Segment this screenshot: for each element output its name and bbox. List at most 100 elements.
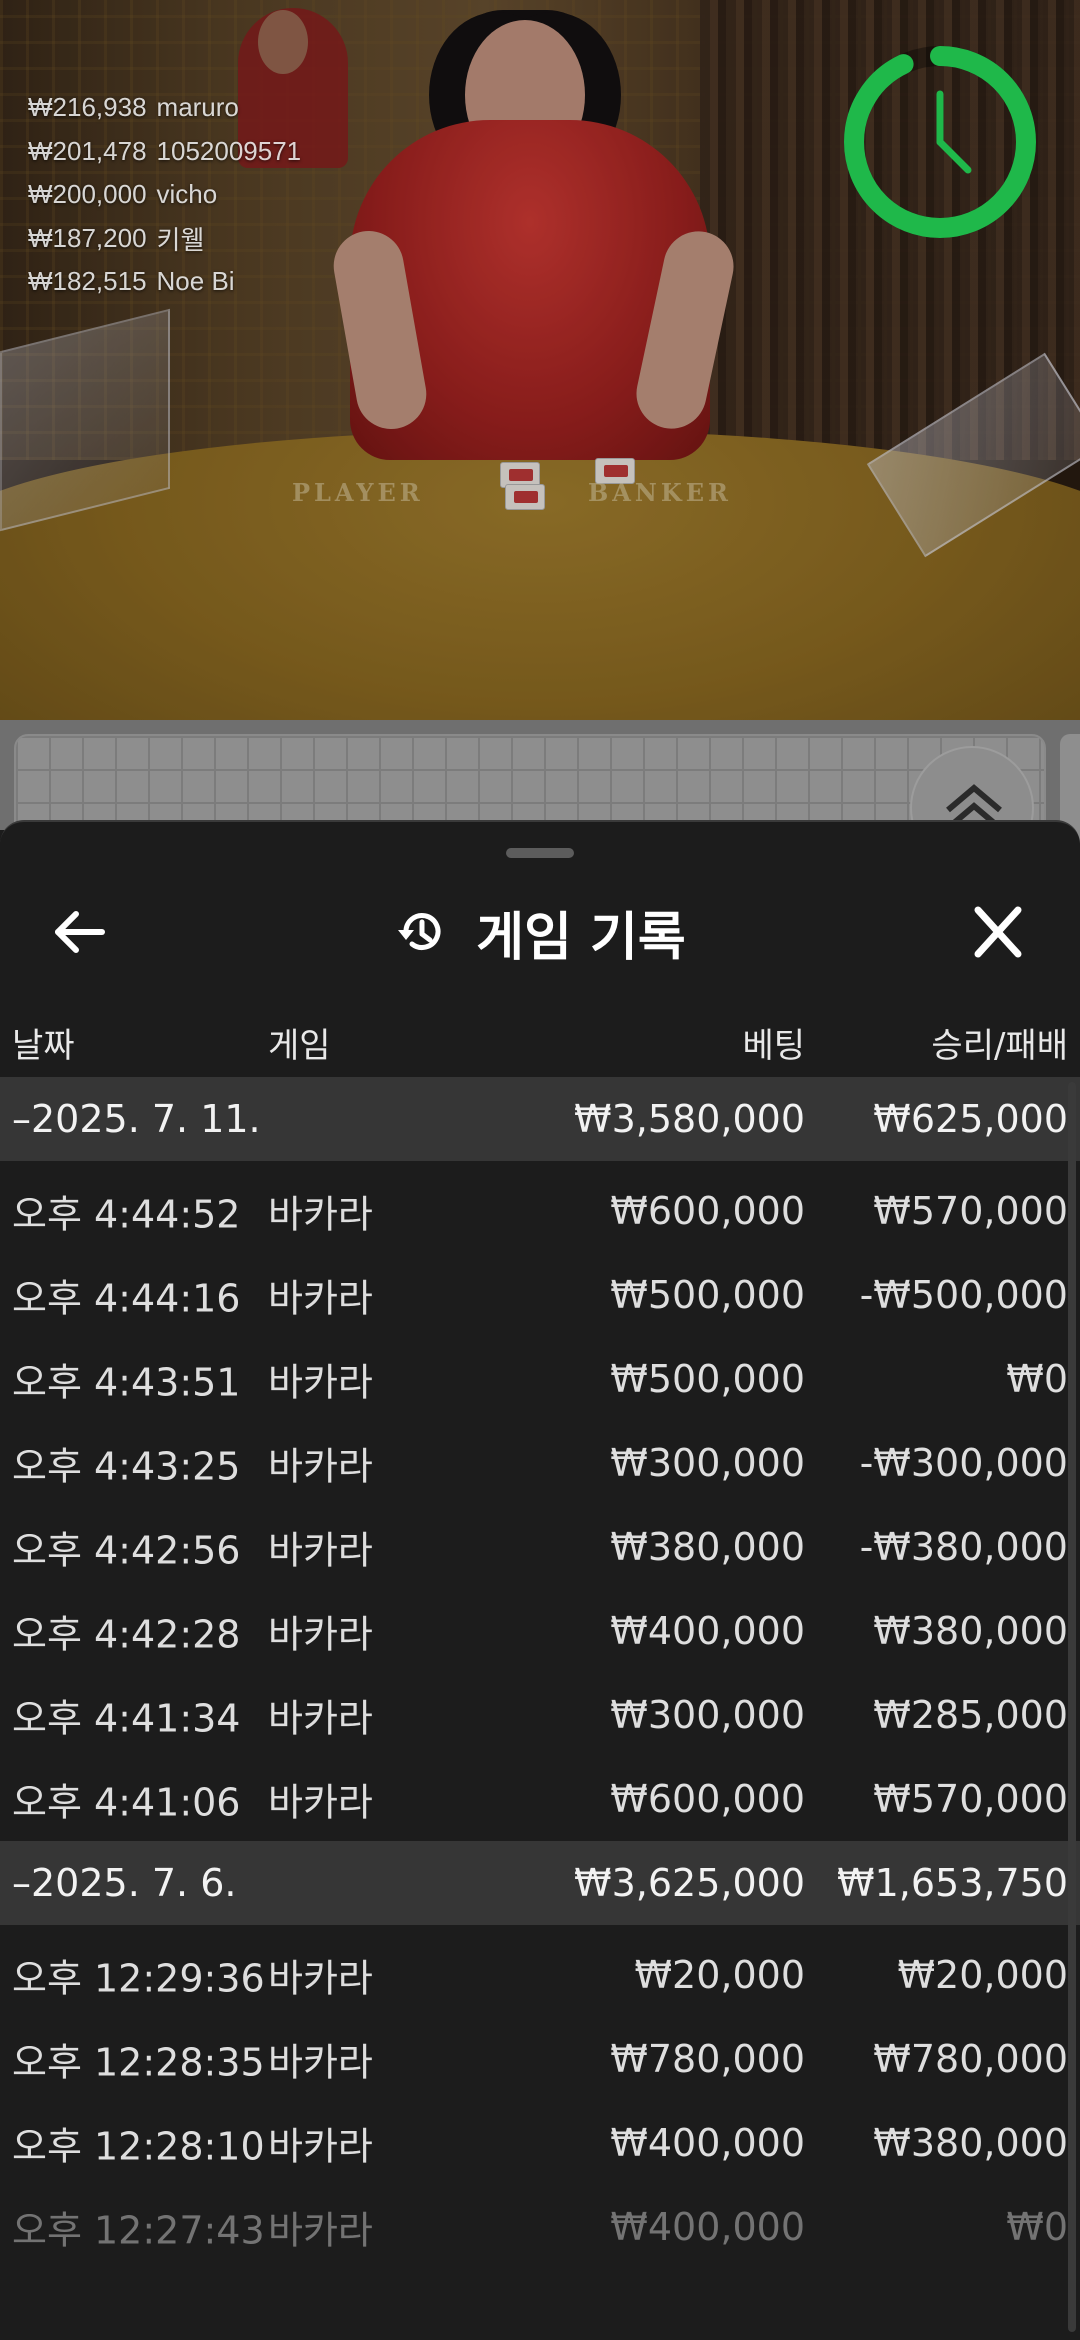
live-video[interactable]: PLAYER BANKER ₩216,938 maruro ₩201,478 1052… [0, 0, 1080, 720]
close-icon [974, 906, 1022, 958]
back-button[interactable] [50, 904, 110, 960]
group-bet-total: ₩3,625,000 [574, 1861, 805, 1905]
winner-row: ₩216,938 maruro [28, 86, 301, 130]
row-bet: ₩400,000 [610, 1609, 805, 1653]
scrollbar[interactable] [1068, 1082, 1076, 2332]
group-win-total: ₩1,653,750 [837, 1861, 1068, 1905]
winner-amount: ₩187,200 [28, 222, 147, 253]
row-game: 바카라 [268, 2040, 373, 2085]
row-game: 바카라 [268, 1192, 373, 1237]
row-win-loss: ₩380,000 [873, 2121, 1068, 2165]
winner-amount: ₩182,515 [28, 266, 147, 297]
row-game: 바카라 [268, 1696, 373, 1741]
row-win-loss: -₩500,000 [859, 1273, 1068, 1317]
group-date: –2025. 7. 11. [12, 1097, 261, 1141]
row-bet: ₩300,000 [610, 1441, 805, 1485]
history-row[interactable]: 오후 4:43:25 바카라 ₩300,000 -₩300,000 [0, 1421, 1080, 1505]
winner-row: ₩200,000 vicho [28, 173, 301, 217]
group-win-total: ₩625,000 [873, 1097, 1068, 1141]
row-bet: ₩600,000 [610, 1189, 805, 1233]
row-bet: ₩600,000 [610, 1777, 805, 1821]
history-row[interactable]: 오후 4:41:34 바카라 ₩300,000 ₩285,000 [0, 1673, 1080, 1757]
winner-name: vicho [156, 179, 218, 210]
history-icon [398, 913, 441, 950]
winner-amount: ₩216,938 [28, 92, 147, 123]
row-time: 오후 4:42:28 [12, 1612, 241, 1657]
winner-row: ₩201,478 1052009571 [28, 130, 301, 174]
row-bet: ₩20,000 [634, 1953, 805, 1997]
sheet-header: 게임 기록 [0, 882, 1080, 982]
row-game: 바카라 [268, 1276, 373, 1321]
group-bet-total: ₩3,580,000 [574, 1097, 805, 1141]
row-win-loss: ₩570,000 [873, 1777, 1068, 1821]
sheet-title-group: 게임 기록 [0, 882, 1080, 982]
row-game: 바카라 [268, 1528, 373, 1573]
row-game: 바카라 [268, 1444, 373, 1489]
close-button[interactable] [968, 904, 1028, 960]
row-time: 오후 12:29:36 [12, 1956, 265, 2001]
column-date: 날짜 [12, 1026, 75, 1066]
row-win-loss: -₩300,000 [859, 1441, 1068, 1485]
sheet-title: 게임 기록 [476, 907, 686, 968]
row-game: 바카라 [268, 1360, 373, 1405]
winner-name: 1052009571 [156, 135, 302, 166]
group-date: –2025. 7. 6. [12, 1861, 237, 1905]
row-time: 오후 12:28:35 [12, 2040, 265, 2085]
row-game: 바카라 [268, 1612, 373, 1657]
row-game: 바카라 [268, 2208, 373, 2253]
row-time: 오후 4:41:06 [12, 1780, 241, 1825]
arrow-left-icon [55, 911, 105, 953]
row-time: 오후 4:43:51 [12, 1360, 241, 1405]
history-row[interactable]: 오후 12:27:43 바카라 ₩400,000 ₩0 [0, 2185, 1080, 2269]
row-time: 오후 12:27:43 [12, 2208, 265, 2253]
row-time: 오후 4:43:25 [12, 1444, 241, 1489]
date-group-header[interactable]: –2025. 7. 6. ₩3,625,000 ₩1,653,750 [0, 1841, 1080, 1925]
roadmap-strip [0, 720, 1080, 870]
winner-row: ₩182,515 Noe Bi [28, 260, 301, 304]
history-row[interactable]: 오후 4:41:06 바카라 ₩600,000 ₩570,000 [0, 1757, 1080, 1841]
winner-name: maruro [156, 92, 239, 123]
history-row[interactable]: 오후 4:43:51 바카라 ₩500,000 ₩0 [0, 1337, 1080, 1421]
row-time: 오후 4:44:52 [12, 1192, 241, 1237]
row-time: 오후 12:28:10 [12, 2124, 265, 2169]
row-win-loss: ₩780,000 [873, 2037, 1068, 2081]
winner-row: ₩187,200 키웰 [28, 217, 301, 261]
winner-amount: ₩200,000 [28, 179, 147, 210]
row-bet: ₩500,000 [610, 1357, 805, 1401]
winner-name: Noe Bi [156, 266, 235, 297]
history-row[interactable]: 오후 12:28:35 바카라 ₩780,000 ₩780,000 [0, 2017, 1080, 2101]
row-game: 바카라 [268, 1780, 373, 1825]
row-win-loss: ₩380,000 [873, 1609, 1068, 1653]
history-row[interactable]: 오후 4:42:56 바카라 ₩380,000 -₩380,000 [0, 1505, 1080, 1589]
history-row[interactable]: 오후 4:42:28 바카라 ₩400,000 ₩380,000 [0, 1589, 1080, 1673]
column-bet: 베팅 [742, 1026, 805, 1066]
row-win-loss: ₩285,000 [873, 1693, 1068, 1737]
row-win-loss: ₩20,000 [897, 1953, 1068, 1997]
row-time: 오후 4:42:56 [12, 1528, 241, 1573]
row-time: 오후 4:41:34 [12, 1696, 241, 1741]
history-row[interactable]: 오후 12:28:10 바카라 ₩400,000 ₩380,000 [0, 2101, 1080, 2185]
history-row[interactable]: 오후 12:29:36 바카라 ₩20,000 ₩20,000 [0, 1933, 1080, 2017]
row-win-loss: ₩570,000 [873, 1189, 1068, 1233]
drag-handle[interactable] [506, 848, 574, 858]
history-list[interactable]: –2025. 7. 11. ₩3,580,000 ₩625,000 오후 4:44:5… [0, 1077, 1080, 2269]
date-group-header[interactable]: –2025. 7. 11. ₩3,580,000 ₩625,000 [0, 1077, 1080, 1161]
screen: PLAYER BANKER ₩216,938 maruro ₩201,478 1052… [0, 0, 1080, 2340]
history-row[interactable]: 오후 4:44:16 바카라 ₩500,000 -₩500,000 [0, 1253, 1080, 1337]
table-header: 날짜 게임 베팅 승리/패배 [0, 1004, 1080, 1074]
history-row[interactable]: 오후 4:44:52 바카라 ₩600,000 ₩570,000 [0, 1169, 1080, 1253]
row-win-loss: ₩0 [1006, 2205, 1068, 2249]
column-win-loss: 승리/패배 [931, 1026, 1068, 1066]
winner-amount: ₩201,478 [28, 135, 147, 166]
row-bet: ₩500,000 [610, 1273, 805, 1317]
winner-name: 키웰 [156, 224, 205, 255]
timer-icon [844, 46, 1036, 238]
row-bet: ₩780,000 [610, 2037, 805, 2081]
row-win-loss: ₩0 [1006, 1357, 1068, 1401]
row-time: 오후 4:44:16 [12, 1276, 241, 1321]
winners-list: ₩216,938 maruro ₩201,478 1052009571 ₩200,000… [28, 86, 301, 304]
row-bet: ₩380,000 [610, 1525, 805, 1569]
row-game: 바카라 [268, 2124, 373, 2169]
